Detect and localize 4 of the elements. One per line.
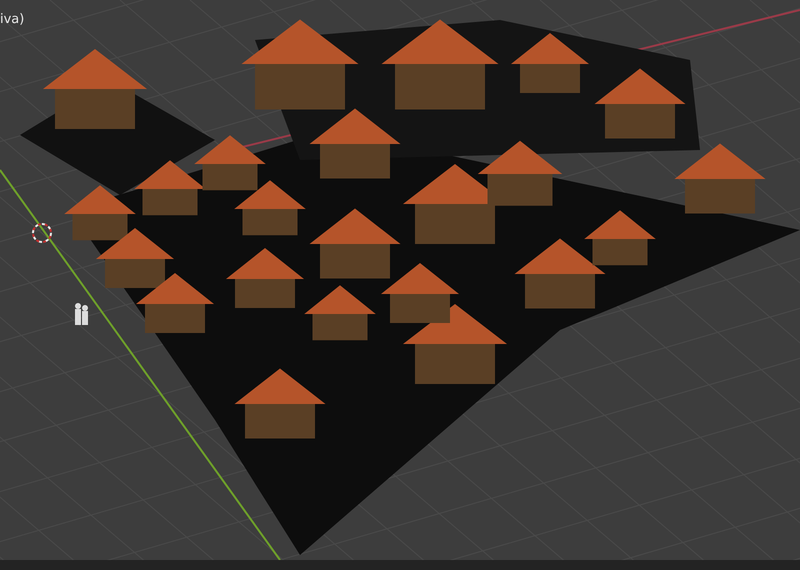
human-figure-icon: [75, 303, 88, 325]
viewport[interactable]: iva): [0, 0, 800, 560]
object-label: iva): [0, 12, 24, 27]
3d-cursor-icon[interactable]: [32, 223, 52, 243]
